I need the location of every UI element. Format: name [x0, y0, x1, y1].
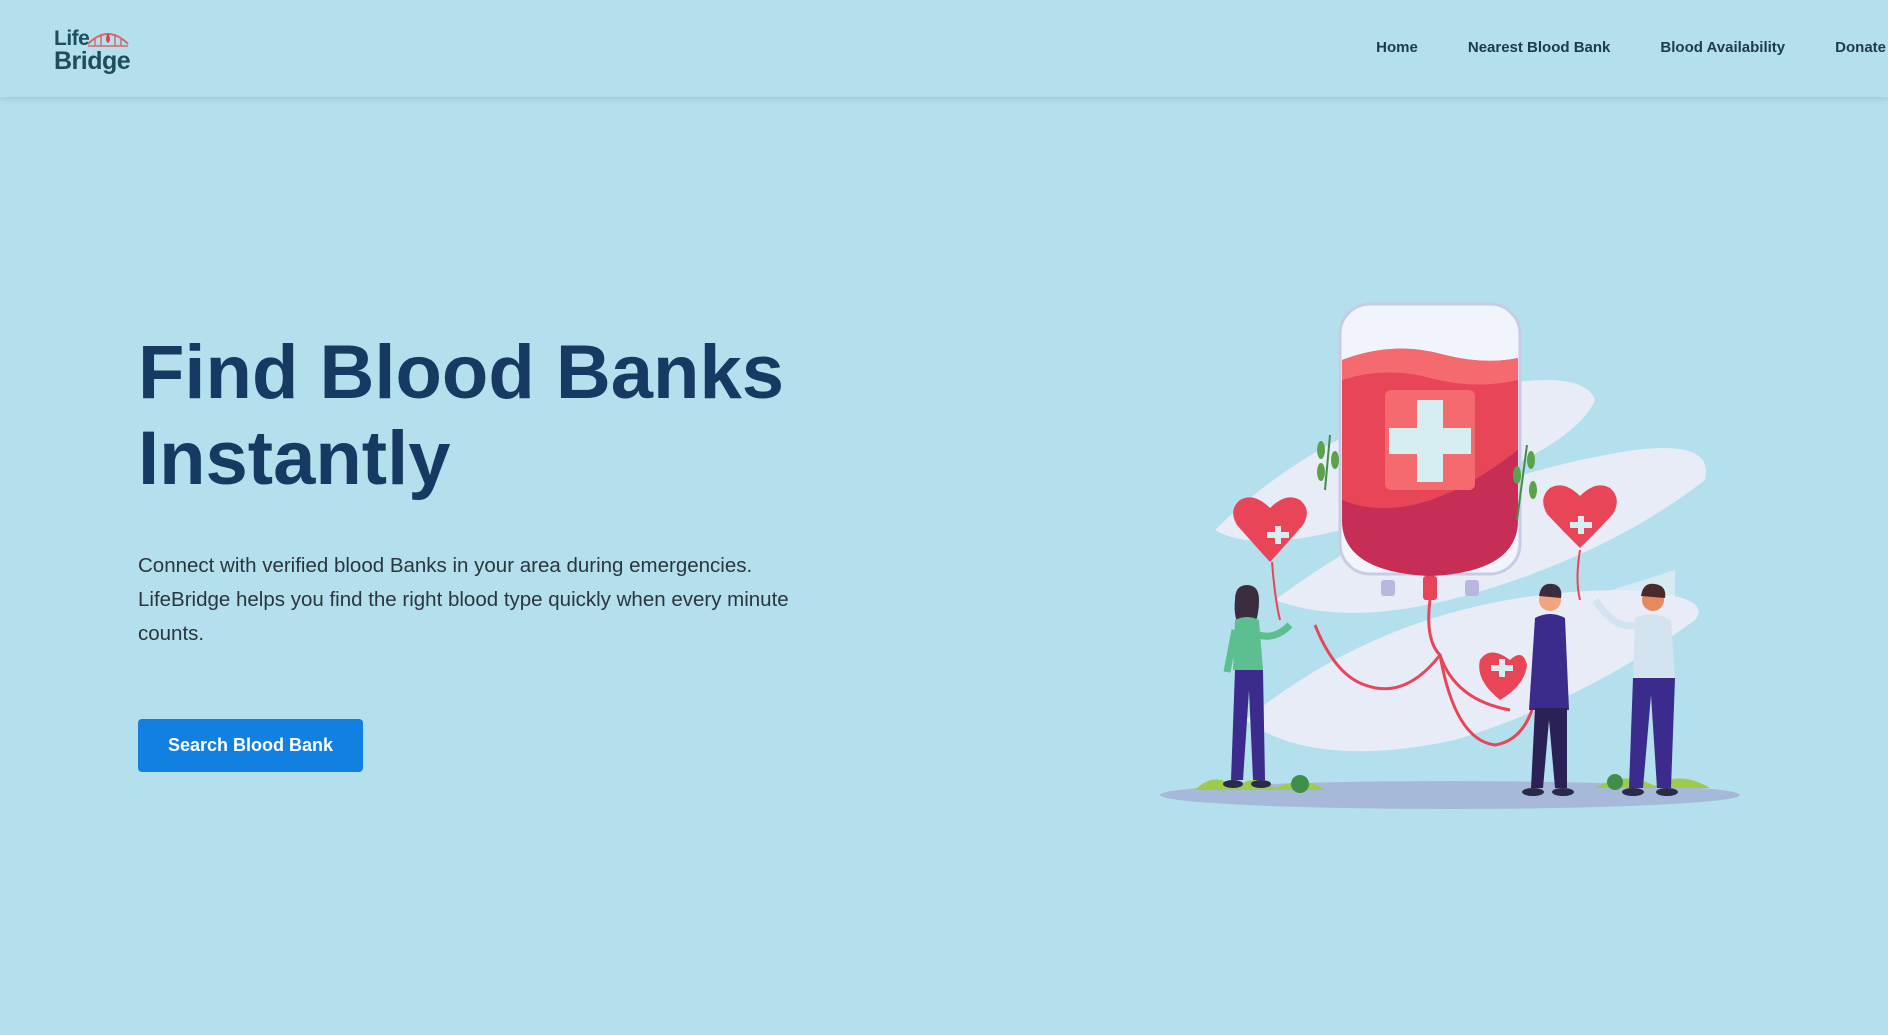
hero-title-line1: Find Blood Banks	[138, 330, 784, 415]
nav-home[interactable]: Home	[1376, 39, 1418, 56]
bush	[1607, 774, 1623, 790]
hero-title-line2: Instantly	[138, 416, 451, 501]
nav-donate[interactable]: Donate	[1835, 39, 1886, 56]
hero-title: Find Blood Banks Instantly	[138, 330, 898, 502]
nav-blood-availability[interactable]: Blood Availability	[1660, 39, 1785, 56]
nav-nearest-blood-bank[interactable]: Nearest Blood Bank	[1468, 39, 1611, 56]
hero-description: Connect with verified blood Banks in you…	[138, 554, 789, 645]
search-blood-bank-button[interactable]: Search Blood Bank	[138, 719, 363, 772]
bush	[1291, 775, 1309, 793]
blood-donation-illustration	[1160, 302, 1740, 809]
blood-bag-icon	[1338, 302, 1522, 600]
bridge-drop-icon	[87, 33, 129, 47]
main-nav: Home Nearest Blood Bank Blood Availabili…	[1376, 39, 1888, 56]
lifebridge-logo[interactable]: Life Bridge	[52, 25, 132, 77]
logo-text-bridge: Bridge	[54, 47, 131, 75]
navbar: Life Bridge Home Nearest Blood Bank Bloo…	[0, 0, 1888, 97]
